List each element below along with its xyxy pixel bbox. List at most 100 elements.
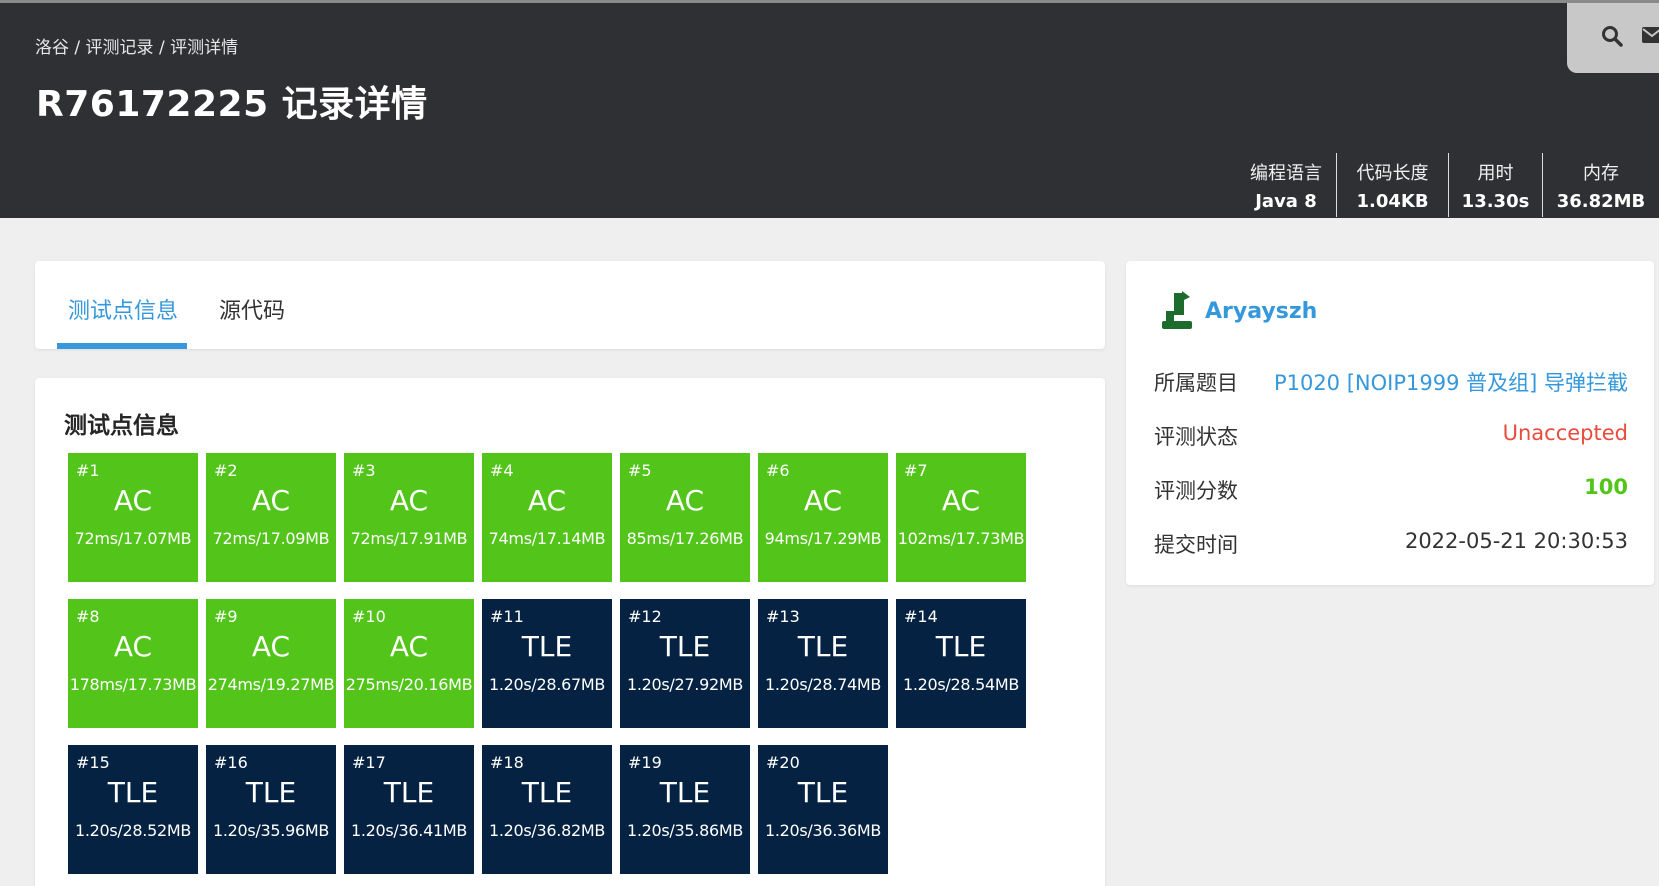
problem-row: 所属题目 P1020 [NOIP1999 普及组] 导弹拦截 [1154, 367, 1628, 397]
testcase-tile[interactable]: #8 AC 178ms/17.73MB [68, 599, 198, 728]
stat-label: 用时 [1477, 163, 1514, 184]
stat-memory: 内存 36.82MB [1542, 153, 1659, 217]
testcase-result: 1.20s/28.52MB [74, 821, 192, 840]
testcase-tile[interactable]: #15 TLE 1.20s/28.52MB [68, 745, 198, 874]
breadcrumb: 洛谷 / 评测记录 / 评测详情 [35, 33, 238, 58]
user-info: Aryayszh [1162, 291, 1317, 331]
testcase-number: #14 [904, 607, 938, 626]
testcase-status: TLE [935, 630, 987, 663]
testcase-tile[interactable]: #1 AC 72ms/17.07MB [68, 453, 198, 582]
testcase-number: #5 [628, 461, 652, 480]
breadcrumb-home[interactable]: 洛谷 [35, 38, 69, 58]
testcase-result: 102ms/17.73MB [897, 529, 1025, 548]
testcase-tile[interactable]: #19 TLE 1.20s/35.86MB [620, 745, 750, 874]
testcase-tile[interactable]: #14 TLE 1.20s/28.54MB [896, 599, 1026, 728]
testcase-number: #9 [214, 607, 238, 626]
testcase-status: TLE [659, 630, 711, 663]
submit-time-value: 2022-05-21 20:30:53 [1404, 529, 1628, 553]
username-link[interactable]: Aryayszh [1205, 299, 1317, 324]
top-action-panel [1567, 3, 1659, 73]
testcase-result: 74ms/17.14MB [488, 529, 606, 548]
page-header: 洛谷 / 评测记录 / 评测详情 R76172225 记录详情 编程语言 Jav… [0, 0, 1659, 218]
testcase-tile[interactable]: #4 AC 74ms/17.14MB [482, 453, 612, 582]
testcase-result: 72ms/17.09MB [212, 529, 330, 548]
testcase-number: #15 [76, 753, 110, 772]
testcase-result: 1.20s/27.92MB [626, 675, 744, 694]
testcase-tile[interactable]: #3 AC 72ms/17.91MB [344, 453, 474, 582]
stat-value: 36.82MB [1556, 191, 1646, 212]
testcase-number: #12 [628, 607, 662, 626]
testcase-status: AC [527, 484, 567, 517]
testcase-number: #18 [490, 753, 524, 772]
testcase-tile[interactable]: #7 AC 102ms/17.73MB [896, 453, 1026, 582]
testcase-number: #2 [214, 461, 238, 480]
avatar[interactable] [1162, 291, 1196, 331]
testcase-status: AC [389, 484, 429, 517]
testcase-tile[interactable]: #20 TLE 1.20s/36.36MB [758, 745, 888, 874]
testcase-tile[interactable]: #11 TLE 1.20s/28.67MB [482, 599, 612, 728]
testcase-status: AC [251, 484, 291, 517]
testcase-number: #8 [76, 607, 100, 626]
testcase-tile[interactable]: #12 TLE 1.20s/27.92MB [620, 599, 750, 728]
page-title: R76172225 记录详情 [36, 84, 428, 125]
testcase-tile[interactable]: #6 AC 94ms/17.29MB [758, 453, 888, 582]
testcase-result: 1.20s/28.74MB [764, 675, 882, 694]
stat-label: 编程语言 [1250, 163, 1322, 184]
testcase-tile[interactable]: #17 TLE 1.20s/36.41MB [344, 745, 474, 874]
testcase-result: 72ms/17.07MB [74, 529, 192, 548]
tab-source-code[interactable]: 源代码 [219, 293, 285, 325]
stat-value: 13.30s [1461, 191, 1530, 212]
testcase-tile[interactable]: #18 TLE 1.20s/36.82MB [482, 745, 612, 874]
stat-value: 1.04KB [1356, 191, 1429, 212]
status-value: Unaccepted [1502, 421, 1628, 445]
score-value: 100 [1584, 475, 1628, 499]
testcase-number: #19 [628, 753, 662, 772]
problem-link[interactable]: P1020 [NOIP1999 普及组] 导弹拦截 [1274, 367, 1628, 397]
stat-code-length: 代码长度 1.04KB [1336, 153, 1448, 217]
stat-label: 代码长度 [1356, 163, 1429, 184]
testcase-number: #11 [490, 607, 524, 626]
testcase-result: 72ms/17.91MB [350, 529, 468, 548]
testcase-tile[interactable]: #9 AC 274ms/19.27MB [206, 599, 336, 728]
testcase-result: 1.20s/35.86MB [626, 821, 744, 840]
testcase-result: 1.20s/28.54MB [902, 675, 1020, 694]
testcase-status: TLE [107, 776, 159, 809]
testcase-status: AC [389, 630, 429, 663]
testcase-tile[interactable]: #5 AC 85ms/17.26MB [620, 453, 750, 582]
score-row: 评测分数 100 [1154, 475, 1628, 505]
testcase-number: #3 [352, 461, 376, 480]
testcase-tile[interactable]: #2 AC 72ms/17.09MB [206, 453, 336, 582]
status-row: 评测状态 Unaccepted [1154, 421, 1628, 451]
mail-icon[interactable] [1642, 27, 1659, 43]
search-icon[interactable] [1601, 25, 1623, 47]
status-label: 评测状态 [1154, 425, 1238, 449]
testcase-number: #10 [352, 607, 386, 626]
testcase-tile[interactable]: #10 AC 275ms/20.16MB [344, 599, 474, 728]
testcase-number: #7 [904, 461, 928, 480]
breadcrumb-records[interactable]: 评测记录 [86, 38, 154, 58]
record-info-panel: Aryayszh 所属题目 P1020 [NOIP1999 普及组] 导弹拦截 … [1126, 261, 1654, 585]
testcase-result: 274ms/19.27MB [207, 675, 335, 694]
breadcrumb-current: 评测详情 [170, 38, 239, 58]
testcase-number: #1 [76, 461, 100, 480]
testcase-result: 94ms/17.29MB [764, 529, 882, 548]
testcase-result: 275ms/20.16MB [345, 675, 473, 694]
testcase-tile[interactable]: #16 TLE 1.20s/35.96MB [206, 745, 336, 874]
tab-testcases[interactable]: 测试点信息 [68, 293, 178, 325]
testcase-number: #17 [352, 753, 386, 772]
testcase-status: TLE [521, 776, 573, 809]
testcase-number: #4 [490, 461, 514, 480]
tab-bar: 测试点信息 源代码 [35, 261, 1105, 349]
stat-value: Java 8 [1255, 191, 1317, 212]
testcase-status: TLE [521, 630, 573, 663]
testcase-grid: #1 AC 72ms/17.07MB #2 AC 72ms/17.09MB #3 AC 72ms… [68, 453, 1026, 874]
testcase-number: #6 [766, 461, 790, 480]
active-tab-indicator [57, 343, 187, 349]
testcase-status: AC [113, 630, 153, 663]
stat-label: 内存 [1583, 163, 1619, 184]
testcase-number: #16 [214, 753, 248, 772]
score-label: 评测分数 [1154, 479, 1238, 503]
testcase-status: TLE [797, 776, 849, 809]
testcase-status: AC [941, 484, 981, 517]
testcase-tile[interactable]: #13 TLE 1.20s/28.74MB [758, 599, 888, 728]
